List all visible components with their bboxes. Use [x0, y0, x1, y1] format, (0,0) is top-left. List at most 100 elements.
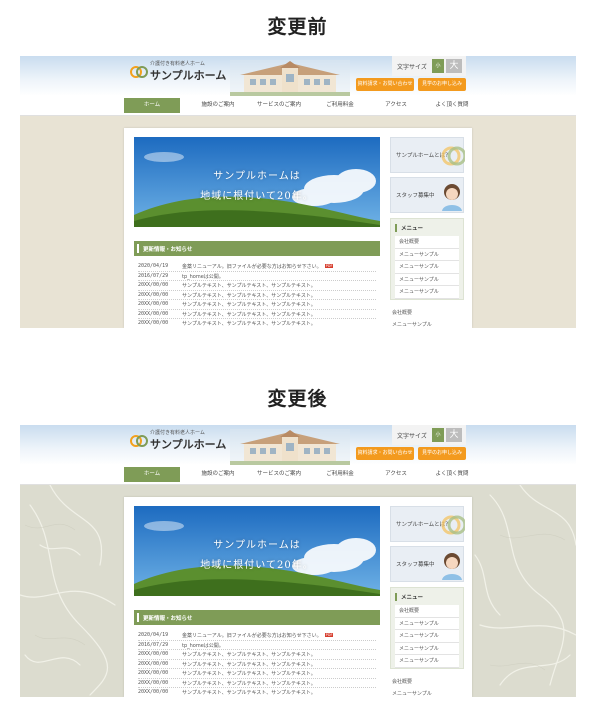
hero-text-line1: サンプルホームは	[213, 171, 301, 182]
font-size-large-button[interactable]: 大	[446, 59, 462, 73]
side-menu-item[interactable]: メニューサンプル	[395, 248, 459, 261]
request-docs-button[interactable]: 資料請求・お問い合わせ	[356, 447, 414, 460]
font-size-label: 文字サイズ	[397, 64, 427, 71]
news-text: サンプルテキスト、サンプルテキスト、サンプルテキスト。	[182, 661, 316, 668]
side-menu-item[interactable]: メニューサンプル	[395, 261, 459, 274]
hero-text-line2: 地域に根付いて20年。	[200, 560, 314, 571]
news-row[interactable]: 2016/07/29 tp_homeは公開。	[138, 272, 376, 281]
side-menu-item[interactable]: メニューサンプル	[395, 655, 459, 668]
nav-access[interactable]: アクセス	[368, 467, 424, 482]
tour-request-button[interactable]: 見学のお申し込み	[418, 78, 466, 91]
staff-recruit-card[interactable]: スタッフ募集中	[390, 546, 464, 582]
news-date: 20XX/00/00	[138, 660, 169, 667]
news-text: tp_homeは公開。	[182, 273, 224, 280]
nav-services[interactable]: サービスのご案内	[246, 98, 312, 113]
staff-person-icon	[442, 184, 462, 211]
side-menu-item[interactable]: 会社概要	[395, 605, 459, 618]
news-title: 更新情報・お知らせ	[143, 247, 193, 253]
nav-home[interactable]: ホーム	[124, 98, 180, 113]
nav-facility[interactable]: 施設のご案内	[190, 98, 246, 113]
side-extra-link[interactable]: 会社概要	[392, 678, 412, 685]
news-date: 2016/07/29	[138, 641, 169, 648]
side-menu-item[interactable]: メニューサンプル	[395, 617, 459, 630]
side-menu-item[interactable]: メニューサンプル	[395, 642, 459, 655]
side-menu-item[interactable]: メニューサンプル	[395, 630, 459, 643]
logo-name[interactable]: サンプルホーム	[150, 67, 226, 83]
font-size-small-button[interactable]: 小	[432, 59, 444, 73]
news-row[interactable]: 2020/04/19 金薬リニューアル。旧ファイルが必要な方はお知らせ下さい。 PD…	[138, 262, 376, 272]
news-row[interactable]: 2020/04/19 金薬リニューアル。旧ファイルが必要な方はお知らせ下さい。 PD…	[138, 631, 376, 641]
hero-sky-image	[134, 506, 380, 596]
news-header-marker	[137, 613, 139, 622]
logo-name[interactable]: サンプルホーム	[150, 436, 226, 452]
nav-fees[interactable]: ご利用料金	[312, 98, 368, 113]
news-row[interactable]: 2016/07/29 tp_homeは公開。	[138, 641, 376, 650]
side-menu-item[interactable]: 会社概要	[395, 236, 459, 249]
rings-decoration-icon	[441, 515, 465, 535]
side-menu-item[interactable]: メニューサンプル	[395, 286, 459, 299]
news-text: サンプルテキスト、サンプルテキスト、サンプルテキスト。	[182, 283, 316, 289]
pdf-badge: PDF	[324, 633, 334, 637]
nav-home[interactable]: ホーム	[124, 467, 180, 482]
news-row[interactable]: 20XX/00/00 サンプルテキスト、サンプルテキスト、サンプルテキスト。	[138, 319, 376, 328]
news-row[interactable]: 20XX/00/00 サンプルテキスト、サンプルテキスト、サンプルテキスト。	[138, 669, 376, 679]
nav-access[interactable]: アクセス	[368, 98, 424, 113]
news-row[interactable]: 20XX/00/00 サンプルテキスト、サンプルテキスト、サンプルテキスト。	[138, 679, 376, 688]
facility-building-image	[230, 60, 350, 96]
news-date: 20XX/00/00	[138, 310, 169, 317]
news-date: 2020/04/19	[138, 263, 169, 269]
news-date: 20XX/00/00	[138, 320, 169, 326]
font-size-small-button[interactable]: 小	[432, 428, 444, 442]
side-extra-link[interactable]: メニューサンプル	[392, 321, 432, 328]
hero-banner: サンプルホームは 地域に根付いて20年。	[134, 137, 380, 227]
staff-recruit-card[interactable]: スタッフ募集中	[390, 177, 464, 213]
facility-building-image	[230, 429, 350, 465]
news-date: 20XX/00/00	[138, 679, 169, 686]
before-title: 変更前	[267, 16, 328, 38]
hero-sky-image	[134, 137, 380, 227]
news-text: サンプルテキスト、サンプルテキスト、サンプルテキスト。	[182, 311, 316, 318]
news-list: 2020/04/19 金薬リニューアル。旧ファイルが必要な方はお知らせ下さい。 PD…	[138, 631, 376, 697]
tour-request-button[interactable]: 見学のお申し込み	[418, 447, 466, 460]
font-size-large-button[interactable]: 大	[446, 428, 462, 442]
news-text: サンプルテキスト、サンプルテキスト、サンプルテキスト。	[182, 302, 316, 308]
news-row[interactable]: 20XX/00/00 サンプルテキスト、サンプルテキスト、サンプルテキスト。	[138, 660, 376, 669]
font-size-label: 文字サイズ	[397, 433, 427, 440]
staff-card-label: スタッフ募集中	[396, 193, 435, 199]
news-text: サンプルテキスト、サンプルテキスト、サンプルテキスト。	[182, 690, 316, 696]
news-header: 更新情報・お知らせ	[134, 610, 380, 625]
hero-banner: サンプルホームは 地域に根付いて20年。	[134, 506, 380, 596]
news-text: サンプルテキスト、サンプルテキスト、サンプルテキスト。	[182, 321, 316, 327]
side-menu-item[interactable]: メニューサンプル	[395, 273, 459, 286]
logo-subtitle: 介護付き有料老人ホーム	[150, 61, 205, 67]
rings-decoration-icon	[441, 146, 465, 166]
news-row[interactable]: 20XX/00/00 サンプルテキスト、サンプルテキスト、サンプルテキスト。	[138, 300, 376, 310]
request-docs-button[interactable]: 資料請求・お問い合わせ	[356, 78, 414, 91]
side-menu: メニュー 会社概要 メニューサンプル メニューサンプル メニューサンプル メニュ…	[390, 587, 464, 669]
news-text: 金薬リニューアル。旧ファイルが必要な方はお知らせ下さい。 PDF	[182, 633, 334, 639]
nav-facility[interactable]: 施設のご案内	[190, 467, 246, 482]
news-date: 20XX/00/00	[138, 291, 169, 298]
news-row[interactable]: 20XX/00/00 サンプルテキスト、サンプルテキスト、サンプルテキスト。	[138, 650, 376, 660]
main-panel: サンプルホームは 地域に根付いて20年。 更新情報・お知らせ 2020/04/1…	[124, 497, 472, 697]
nav-services[interactable]: サービスのご案内	[246, 467, 312, 482]
side-extra-link[interactable]: 会社概要	[392, 309, 412, 316]
nav-fees[interactable]: ご利用料金	[312, 467, 368, 482]
news-row[interactable]: 20XX/00/00 サンプルテキスト、サンプルテキスト、サンプルテキスト。	[138, 291, 376, 300]
pdf-badge: PDF	[324, 264, 334, 268]
about-card[interactable]: サンプルホームとは？	[390, 137, 465, 173]
nav-faq[interactable]: よく頂く質問	[424, 467, 480, 482]
global-nav: ホーム 施設のご案内 サービスのご案内 ご利用料金 アクセス よく頂く質問	[20, 96, 576, 116]
about-card[interactable]: サンプルホームとは？	[390, 506, 465, 542]
news-row[interactable]: 20XX/00/00 サンプルテキスト、サンプルテキスト、サンプルテキスト。	[138, 281, 376, 291]
side-extra-link[interactable]: メニューサンプル	[392, 690, 432, 697]
news-header: 更新情報・お知らせ	[134, 241, 380, 256]
side-menu: メニュー 会社概要 メニューサンプル メニューサンプル メニューサンプル メニュ…	[390, 218, 464, 300]
news-row[interactable]: 20XX/00/00 サンプルテキスト、サンプルテキスト、サンプルテキスト。	[138, 310, 376, 319]
news-date: 20XX/00/00	[138, 689, 169, 695]
nav-faq[interactable]: よく頂く質問	[424, 98, 480, 113]
staff-card-label: スタッフ募集中	[396, 562, 435, 568]
news-text: サンプルテキスト、サンプルテキスト、サンプルテキスト。	[182, 652, 316, 658]
news-text: サンプルテキスト、サンプルテキスト、サンプルテキスト。	[182, 292, 316, 299]
news-row[interactable]: 20XX/00/00 サンプルテキスト、サンプルテキスト、サンプルテキスト。	[138, 688, 376, 697]
